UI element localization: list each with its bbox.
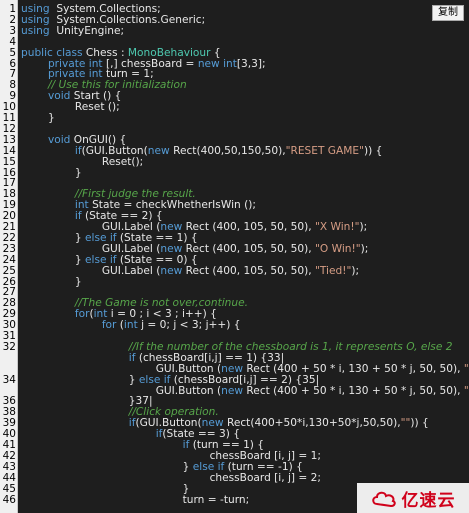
code-token: turn = -turn;: [21, 493, 250, 506]
code-line: }: [21, 275, 82, 288]
code-token: Rect (400, 105, 50, 50),: [182, 264, 315, 277]
code-token: }: [21, 112, 55, 124]
line-number: 32: [2, 340, 16, 353]
code-token: (: [116, 319, 124, 332]
code-token: Rect (400 + 50 * i, 130 + 50 * j, 50, 50…: [243, 384, 464, 397]
line-number-gutter: 1 2 3 4 5 6 7 8 9 10 11 12 13 14 15 16 17 18 19 20 21 22 23 24 2…: [0, 0, 18, 513]
code-token: using: [21, 24, 50, 37]
code-token: j = 0; j < 3; j++) {: [137, 319, 241, 332]
code-token: Rect (400, 105, 50, 50),: [182, 221, 315, 233]
code-token: }: [21, 275, 82, 288]
code-token: )) {: [410, 417, 429, 430]
code-token: "X": [463, 384, 469, 397]
line-number: 15: [2, 155, 16, 168]
line-number: 45: [2, 482, 16, 495]
copy-button[interactable]: 复制: [432, 5, 464, 21]
code-token: for: [101, 319, 117, 332]
code-area[interactable]: using System.Collections; using System.Co…: [18, 0, 469, 513]
code-token: new: [147, 144, 170, 157]
code-token: "O": [463, 362, 469, 375]
code-token: new: [221, 384, 244, 397]
watermark-logo: 亿速云: [357, 483, 469, 513]
code-token: "O Win!": [315, 242, 361, 255]
code-token: )) {: [363, 144, 383, 157]
code-line: using UnityEngine;: [21, 24, 125, 37]
code-token: new: [160, 264, 183, 277]
code-line: for (int j = 0; j < 3; j++) {: [21, 320, 241, 331]
line-number: 46: [2, 493, 16, 506]
code-token: "Tied!": [315, 264, 352, 277]
code-line: }: [21, 166, 82, 179]
code-token: );: [360, 242, 369, 255]
line-number: 25: [2, 264, 16, 277]
code-line: }: [21, 113, 55, 124]
watermark-text: 亿速云: [401, 490, 456, 511]
line-number: 34: [2, 373, 16, 386]
code-token: [3,3];: [236, 57, 266, 70]
code-token: UnityEngine;: [49, 24, 125, 37]
code-token: Rect(400,50,150,50),: [169, 144, 286, 157]
code-token: Rect(400+50*i,130+50*j,50,50),: [223, 417, 401, 430]
code-token: }: [21, 166, 82, 179]
line-number: 5: [9, 46, 16, 59]
code-token: new int: [197, 57, 237, 70]
code-token: "": [400, 417, 411, 430]
code-token: "X Win!": [315, 221, 360, 233]
code-token: Rect (400, 105, 50, 50),: [182, 242, 315, 255]
code-token: "RESET GAME": [285, 144, 364, 157]
cloud-logo-icon: [371, 491, 396, 507]
code-editor[interactable]: 1 2 3 4 5 6 7 8 9 10 11 12 13 14 15 16 17 18 19 20 21 22 23 24 2…: [0, 0, 469, 513]
code-token: );: [359, 221, 368, 233]
code-token: );: [351, 264, 360, 277]
code-token: int: [123, 319, 138, 332]
code-line: turn = -turn;: [21, 493, 250, 506]
